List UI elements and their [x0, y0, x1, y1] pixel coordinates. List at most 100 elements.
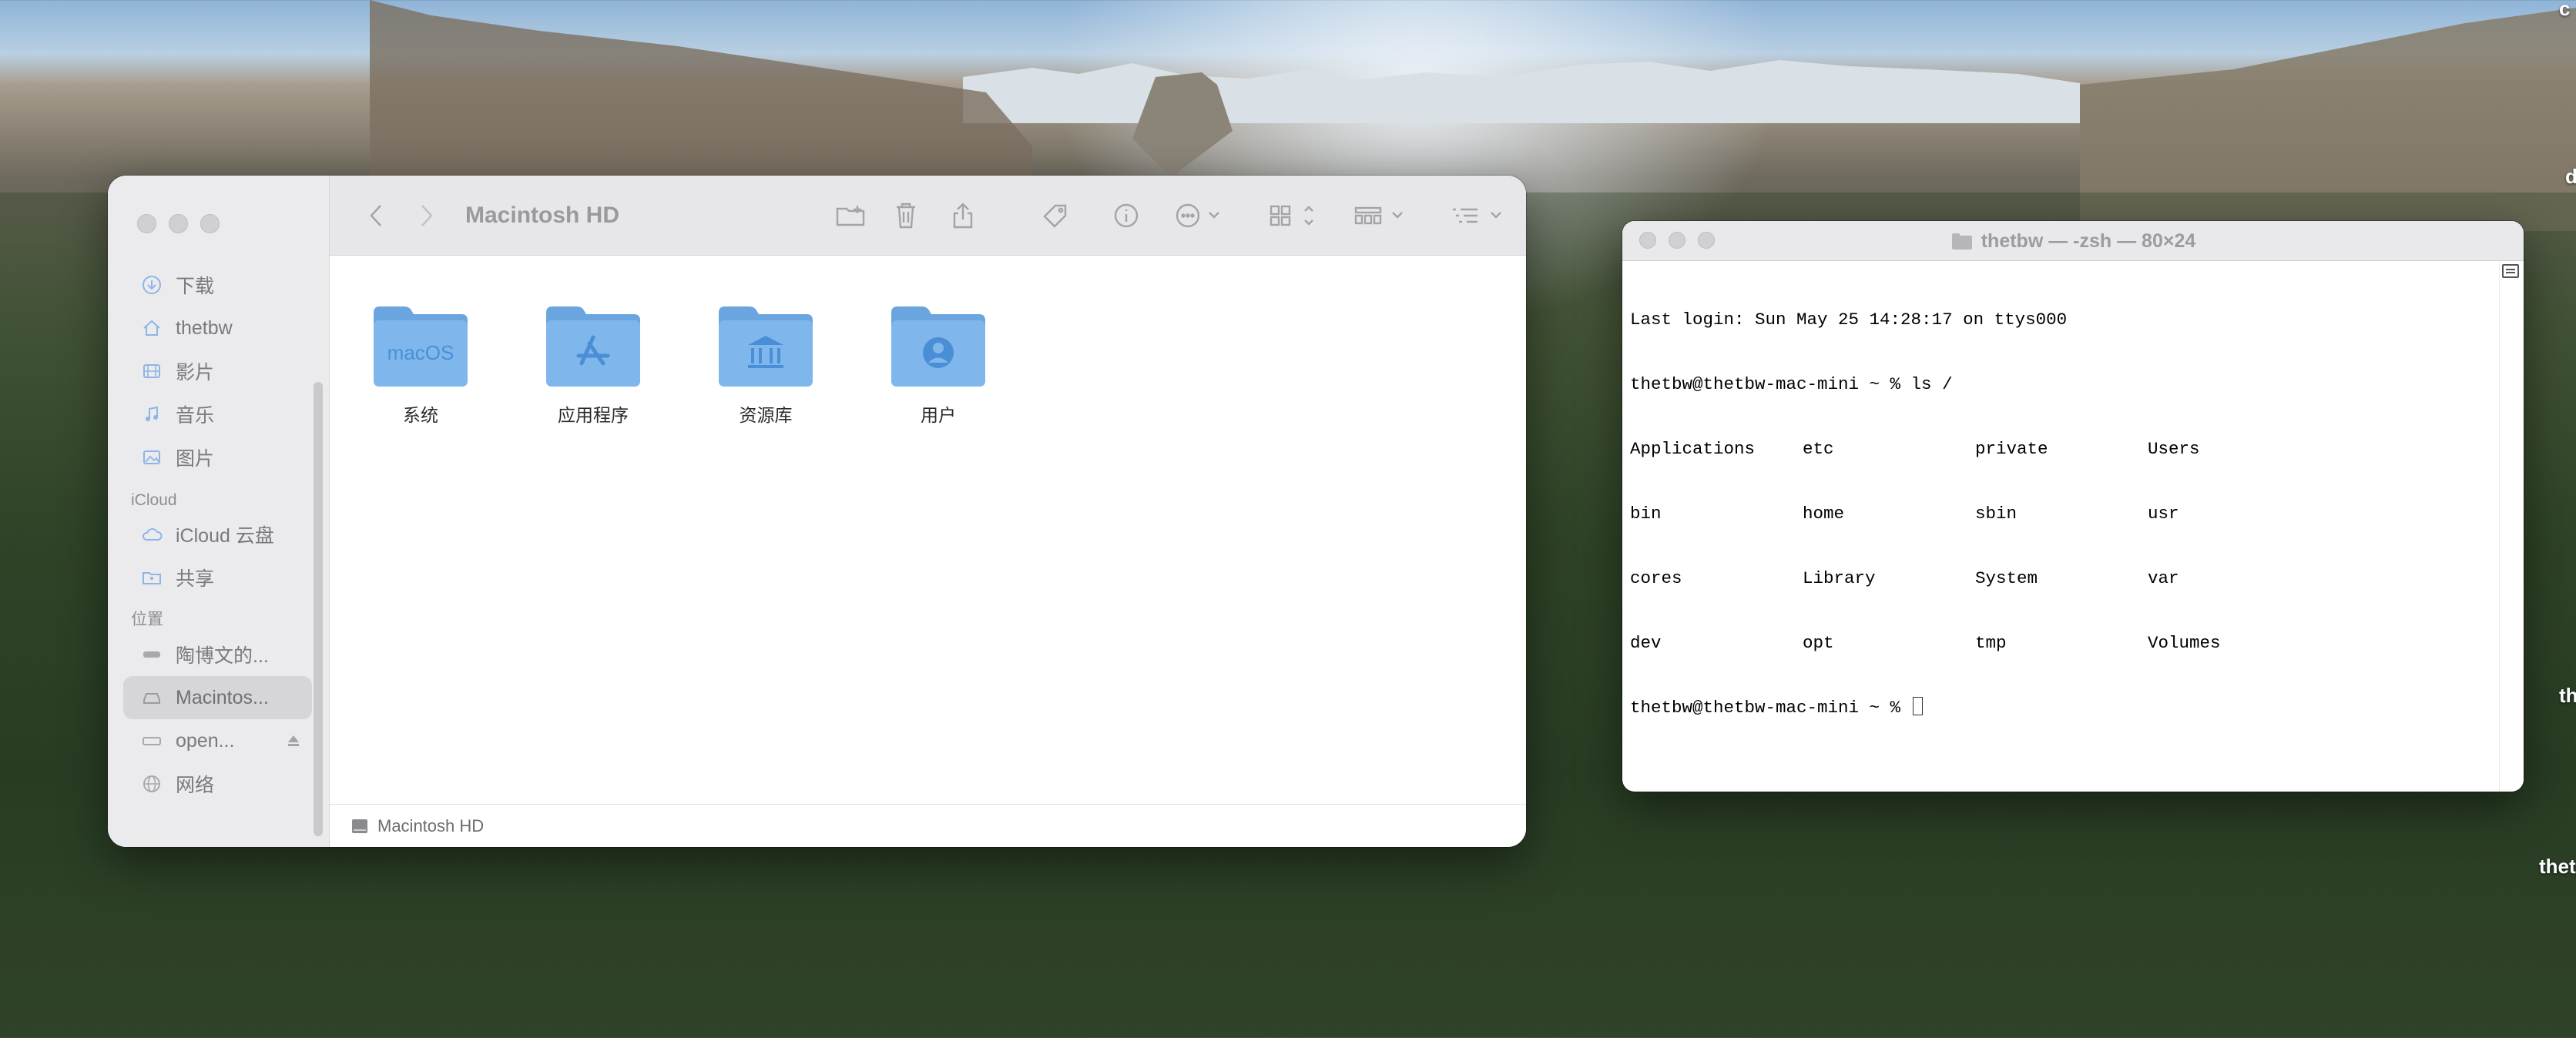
info-icon	[1114, 203, 1139, 228]
sidebar-item-label: 音乐	[176, 405, 215, 427]
sidebar-item-label: 陶博文的...	[176, 645, 269, 667]
sidebar-item-music[interactable]: 音乐	[123, 393, 312, 436]
sidebar-item-macintosh-hd[interactable]: Macintos...	[123, 676, 312, 719]
more-icon	[1176, 203, 1219, 228]
terminal-listing-row: dev opt tmp Volumes	[1630, 632, 2496, 654]
terminal-output[interactable]: Last login: Sun May 25 14:28:17 on ttys0…	[1630, 266, 2496, 792]
terminal-entry: var	[2148, 568, 2179, 588]
sidebar-item-network[interactable]: 网络	[123, 762, 312, 805]
sidebar-item-icloud-drive[interactable]: iCloud 云盘	[123, 513, 312, 556]
terminal-entry: Library	[1803, 568, 1876, 588]
new-folder-button[interactable]	[832, 200, 870, 231]
terminal-line: thetbw@thetbw-mac-mini ~ % ls /	[1630, 374, 1953, 394]
folder-users[interactable]: 用户	[869, 300, 1008, 427]
icon-grid-icon	[1270, 205, 1313, 226]
computer-icon	[139, 641, 165, 668]
terminal-entry: tmp	[1975, 633, 2007, 653]
sidebar-item-shared[interactable]: 共享	[123, 556, 312, 599]
sidebar-item-computer[interactable]: 陶博文的...	[123, 633, 312, 676]
cloud-icon	[139, 521, 165, 547]
group-button[interactable]	[1353, 200, 1414, 231]
terminal-entry: Applications	[1630, 439, 1756, 459]
hard-drive-icon	[352, 819, 367, 833]
terminal-entry: opt	[1803, 633, 1834, 653]
terminal-title: thetbw — -zsh — 80×24	[1622, 221, 2524, 261]
sidebar-item-home[interactable]: thetbw	[123, 306, 312, 350]
marks-icon[interactable]	[2502, 264, 2519, 278]
close-button[interactable]	[137, 214, 156, 233]
terminal-entry: cores	[1630, 568, 1682, 588]
folder-icon	[1951, 233, 1972, 249]
terminal-entry: Volumes	[2148, 633, 2221, 653]
user-folder-icon	[891, 306, 985, 387]
sidebar-item-label: thetbw	[176, 316, 233, 339]
shared-folder-icon	[139, 564, 165, 591]
sort-button[interactable]	[1450, 200, 1511, 231]
terminal-prompt-line: thetbw@thetbw-mac-mini ~ %	[1630, 697, 2496, 718]
sidebar-item-label: 网络	[176, 775, 215, 796]
music-icon	[139, 401, 165, 427]
path-bar-item[interactable]: Macintosh HD	[377, 816, 484, 836]
share-button[interactable]	[948, 200, 978, 231]
terminal-entry: private	[1975, 439, 2048, 459]
applications-folder-icon	[546, 306, 640, 387]
tag-button[interactable]	[1038, 200, 1072, 231]
action-menu-button[interactable]	[1174, 200, 1228, 231]
finder-sidebar: 下载 thetbw 影片 音乐 图片 iCloud iCloud 云盘 共享 位…	[108, 176, 330, 847]
gallery-group-icon	[1354, 206, 1403, 225]
download-icon	[139, 272, 165, 298]
terminal-entry: usr	[2148, 504, 2179, 524]
share-icon	[953, 203, 973, 229]
sidebar-item-downloads[interactable]: 下载	[123, 263, 312, 306]
photo-icon	[139, 444, 165, 470]
folder-label: 应用程序	[558, 405, 629, 425]
desktop-item-label[interactable]: c	[2559, 0, 2570, 21]
finder-content: macOS 系统 应用程序 资源库 用户	[330, 256, 1526, 804]
film-icon	[139, 358, 165, 384]
sidebar-item-label: iCloud 云盘	[176, 525, 274, 547]
finder-toolbar: Macintosh HD	[330, 176, 1526, 256]
terminal-entry: dev	[1630, 633, 1662, 653]
desktop-item-label[interactable]: th	[2559, 684, 2576, 708]
terminal-line: Last login: Sun May 25 14:28:17 on ttys0…	[1630, 310, 2068, 330]
trash-button[interactable]	[891, 200, 921, 231]
terminal-titlebar: thetbw — -zsh — 80×24	[1622, 221, 2524, 261]
finder-window: 下载 thetbw 影片 音乐 图片 iCloud iCloud 云盘 共享 位…	[108, 176, 1526, 847]
window-controls	[137, 214, 220, 233]
terminal-entry: bin	[1630, 504, 1662, 524]
folder-system[interactable]: macOS 系统	[351, 300, 490, 427]
terminal-listing-row: bin home sbin usr	[1630, 503, 2496, 524]
folder-library[interactable]: 资源库	[696, 300, 835, 427]
forward-button[interactable]	[411, 200, 442, 231]
folder-label: 资源库	[739, 405, 793, 425]
macos-folder-icon: macOS	[374, 306, 468, 387]
terminal-listing-row: Applications etc private Users	[1630, 438, 2496, 460]
sidebar-list: 下载 thetbw 影片 音乐 图片 iCloud iCloud 云盘 共享 位…	[123, 263, 312, 805]
terminal-cursor	[1912, 697, 1923, 715]
sidebar-item-pictures[interactable]: 图片	[123, 436, 312, 479]
sidebar-item-label: 下载	[176, 276, 215, 297]
folder-applications[interactable]: 应用程序	[524, 300, 662, 427]
desktop-item-label[interactable]: thet	[2539, 855, 2576, 879]
sidebar-item-open-disk[interactable]: open...	[123, 719, 312, 762]
eject-icon[interactable]	[286, 733, 301, 748]
window-title: Macintosh HD	[465, 203, 620, 228]
view-mode-button[interactable]	[1266, 200, 1320, 231]
folder-label: 系统	[403, 405, 438, 425]
trash-icon	[897, 203, 915, 229]
library-folder-icon	[719, 306, 813, 387]
minimize-button[interactable]	[169, 214, 188, 233]
hard-drive-icon	[139, 685, 165, 711]
terminal-listing-row: cores Library System var	[1630, 568, 2496, 589]
terminal-scrollbar[interactable]	[2499, 261, 2524, 792]
terminal-entry: Users	[2148, 439, 2200, 459]
terminal-title-text: thetbw — -zsh — 80×24	[1981, 229, 2196, 252]
chevron-right-icon	[421, 205, 433, 226]
sidebar-item-movies[interactable]: 影片	[123, 350, 312, 393]
terminal-entry: sbin	[1975, 504, 2018, 524]
info-button[interactable]	[1111, 200, 1142, 231]
back-button[interactable]	[361, 200, 391, 231]
desktop-item-label[interactable]: d	[2565, 165, 2576, 189]
sidebar-scrollbar[interactable]	[314, 382, 323, 836]
zoom-button[interactable]	[200, 214, 220, 233]
